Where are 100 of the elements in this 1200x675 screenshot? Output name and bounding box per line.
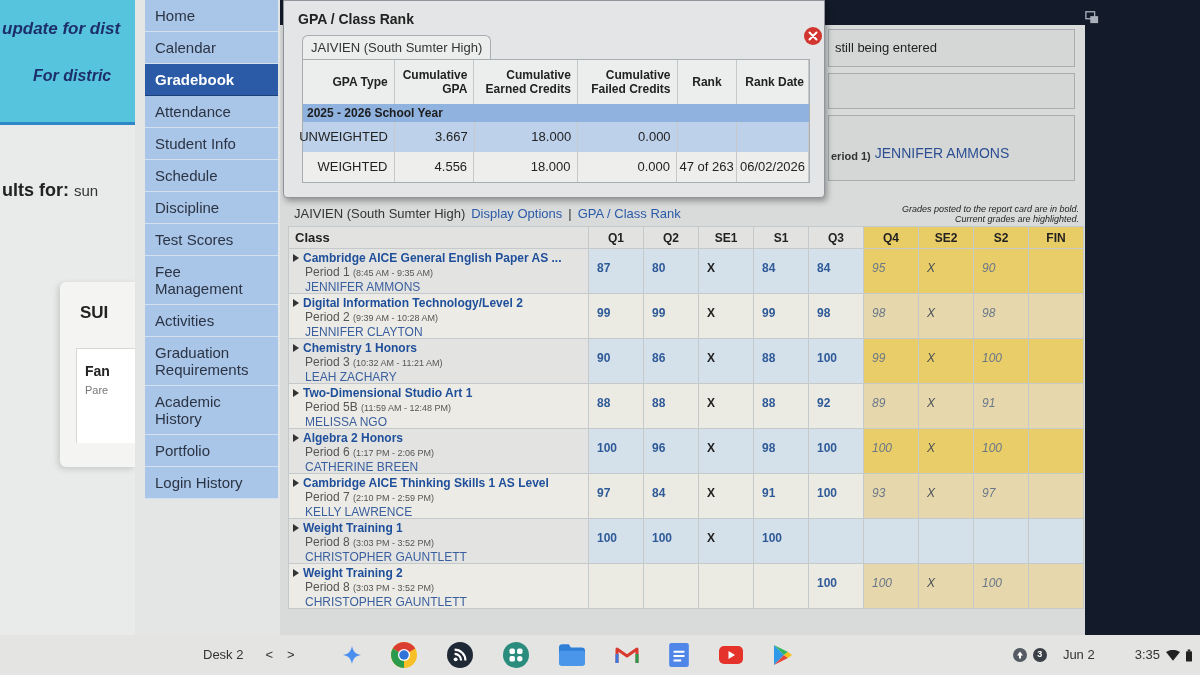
folder-icon[interactable] <box>558 644 585 666</box>
teacher-name: CHRISTOPHER GAUNTLETT <box>304 550 468 564</box>
results-label: ults for: <box>2 179 69 202</box>
dialog-title: GPA / Class Rank <box>298 11 414 27</box>
grade-cell: 100 <box>809 429 864 474</box>
notice-text: still being entered <box>835 39 937 58</box>
table-cell <box>677 122 738 152</box>
column-header: S1 <box>754 227 809 249</box>
period-text: Period 3 (10:32 AM - 11:21 AM) <box>304 355 444 370</box>
class-link[interactable]: Two-Dimensional Studio Art 1 <box>303 386 473 400</box>
grade-cell: 88 <box>644 384 699 429</box>
column-header: Q4 <box>864 227 919 249</box>
grade-cell: 96 <box>644 429 699 474</box>
wifi-icon[interactable] <box>1166 649 1180 661</box>
grade-cell: 99 <box>644 294 699 339</box>
grade-cell: 100 <box>589 519 644 564</box>
header-link[interactable]: GPA / Class Rank <box>577 203 681 223</box>
grade-cell: 100 <box>974 339 1029 384</box>
grade-cell: X <box>919 339 974 384</box>
video-play-icon[interactable] <box>718 646 743 664</box>
table-cell <box>737 122 809 152</box>
grade-cell: 80 <box>644 249 699 294</box>
caret-icon[interactable] <box>293 344 299 352</box>
grade-cell: 92 <box>809 384 864 429</box>
sparkle-icon[interactable] <box>342 646 361 664</box>
document-icon[interactable] <box>668 643 689 667</box>
class-link[interactable]: Digital Information Technology/Level 2 <box>303 296 523 310</box>
grade-cell: 84 <box>809 249 864 294</box>
grade-cell: 88 <box>754 384 809 429</box>
period-text: Period 8 (3:03 PM - 3:52 PM) <box>304 580 436 595</box>
mail-icon[interactable] <box>614 646 639 664</box>
class-link[interactable]: Weight Training 1 <box>303 521 403 535</box>
grade-cell: X <box>919 384 974 429</box>
banner-text: update for dist <box>1 18 122 40</box>
grade-cell: 100 <box>809 564 864 609</box>
class-link[interactable]: Cambridge AICE General English Paper AS ... <box>303 251 562 265</box>
grade-cell: 100 <box>809 474 864 519</box>
grade-cell: 98 <box>809 294 864 339</box>
caret-icon[interactable] <box>293 299 299 307</box>
student-tab[interactable]: JAIVIEN (South Sumter High) <box>302 35 492 59</box>
caret-icon[interactable] <box>293 479 299 487</box>
grade-cell: X <box>919 474 974 519</box>
grade-cell: X <box>699 339 754 384</box>
column-header: Class <box>289 227 589 249</box>
triangle-play-icon[interactable] <box>772 644 793 666</box>
separator-text: | <box>568 204 572 223</box>
caret-icon[interactable] <box>293 434 299 442</box>
grade-cell: X <box>919 564 974 609</box>
grade-cell: X <box>699 249 754 294</box>
date-text[interactable]: Jun 2 <box>1062 645 1095 665</box>
grade-cell: 88 <box>754 339 809 384</box>
grade-cell: 90 <box>589 339 644 384</box>
grade-cell: 86 <box>644 339 699 384</box>
grade-cell: 87 <box>589 249 644 294</box>
apps-grid-icon[interactable] <box>502 642 529 668</box>
arrow-up-circle-icon[interactable] <box>1012 648 1027 662</box>
grade-cell: 95 <box>864 249 919 294</box>
table-cell: 3.667 <box>395 122 475 152</box>
window-icon[interactable] <box>1085 10 1099 24</box>
grade-cell <box>699 564 754 609</box>
class-link[interactable]: Algebra 2 Honors <box>303 431 404 445</box>
close-icon[interactable] <box>804 27 822 45</box>
grade-cell: X <box>699 384 754 429</box>
notification-badge[interactable]: 3 <box>1032 648 1047 662</box>
grade-cell: 90 <box>974 249 1029 294</box>
grade-cell: 100 <box>864 564 919 609</box>
teacher-name: CHRISTOPHER GAUNTLETT <box>304 595 468 609</box>
teacher-name: LEAH ZACHARY <box>304 370 398 384</box>
caret-icon[interactable] <box>293 254 299 262</box>
nav-item[interactable]: Gradebook <box>145 64 278 96</box>
caret-icon[interactable] <box>293 569 299 577</box>
class-link[interactable]: Weight Training 2 <box>303 566 403 580</box>
grade-cell: 100 <box>589 429 644 474</box>
time-text[interactable]: 3:35 <box>1134 645 1160 665</box>
class-link[interactable]: Cambridge AICE Thinking Skills 1 AS Level <box>303 476 549 490</box>
caret-icon[interactable] <box>293 524 299 532</box>
grade-cell: 99 <box>589 294 644 339</box>
grade-cell: 88 <box>589 384 644 429</box>
broadcast-icon[interactable] <box>446 642 473 668</box>
table-cell: 47 of 263 <box>677 152 737 182</box>
grade-cell: X <box>699 519 754 564</box>
grade-cell: 100 <box>864 429 919 474</box>
grade-cell: 98 <box>864 294 919 339</box>
battery-icon[interactable] <box>1186 648 1192 662</box>
previous-desk-button[interactable]: < <box>265 645 274 665</box>
caret-icon[interactable] <box>293 389 299 397</box>
next-desk-button[interactable]: > <box>287 645 295 665</box>
grade-cell: 100 <box>809 339 864 384</box>
header-link[interactable]: Display Options <box>471 203 563 223</box>
class-link[interactable]: Chemistry 1 Honors <box>303 341 418 355</box>
grade-cell <box>809 519 864 564</box>
column-header: Q3 <box>809 227 864 249</box>
grade-cell <box>644 564 699 609</box>
period-text: Period 6 (1:17 PM - 2:06 PM) <box>304 445 436 460</box>
grade-cell: 91 <box>754 474 809 519</box>
card-item-title: Fan <box>85 361 111 381</box>
table-cell: 0.000 <box>578 122 678 152</box>
desk-label[interactable]: Desk 2 <box>203 645 244 665</box>
browser-icon[interactable] <box>390 642 417 668</box>
teacher-name: KELLY LAWRENCE <box>304 505 414 519</box>
